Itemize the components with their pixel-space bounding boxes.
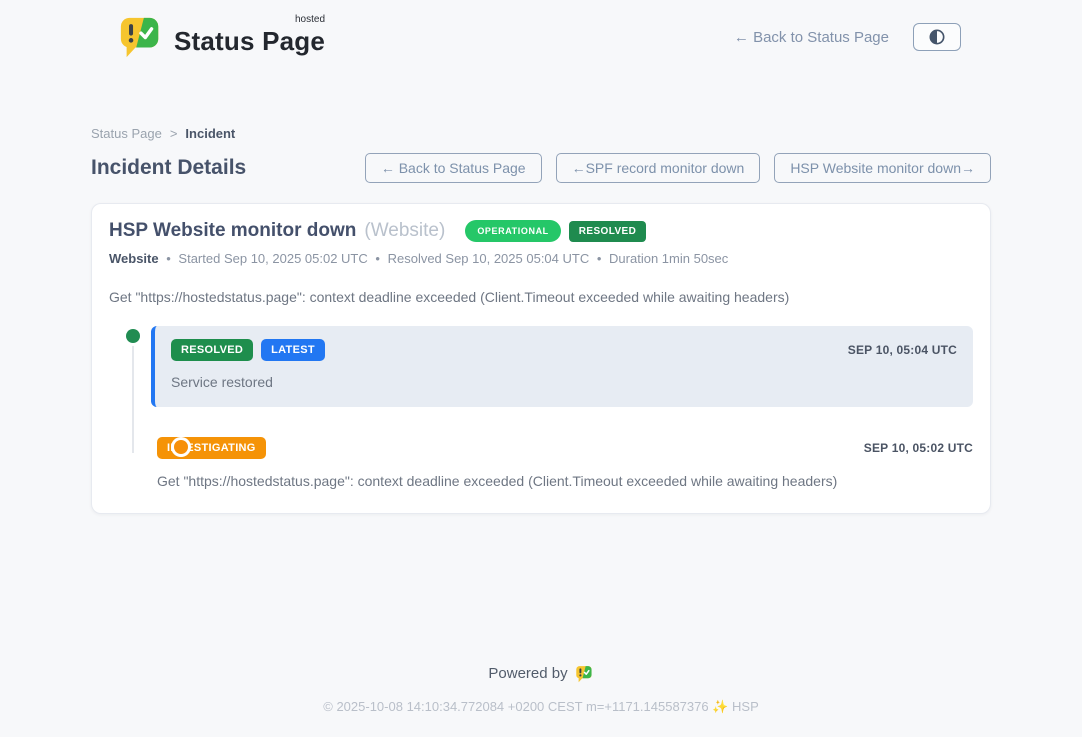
timeline-update-investigating: INVESTIGATING SEP 10, 05:02 UTC Get "htt… <box>157 437 973 489</box>
breadcrumb-status-page[interactable]: Status Page <box>91 126 162 141</box>
meta-separator: • <box>166 251 171 266</box>
meta-duration: Duration 1min 50sec <box>609 251 728 266</box>
header: hosted Status Page ← Back to Status Page <box>0 0 1082 60</box>
operational-status-badge: OPERATIONAL <box>465 220 560 242</box>
back-to-status-page-button[interactable]: ← Back to Status Page <box>365 153 542 183</box>
main-content: Status Page > Incident Incident Details … <box>91 126 991 514</box>
update-timestamp: SEP 10, 05:04 UTC <box>848 343 957 357</box>
timeline-update-resolved: RESOLVED LATEST SEP 10, 05:04 UTC Servic… <box>109 326 973 407</box>
brand-logo[interactable]: hosted Status Page <box>118 14 325 60</box>
latest-update-box: RESOLVED LATEST SEP 10, 05:04 UTC Servic… <box>151 326 973 407</box>
next-incident-button[interactable]: HSP Website monitor down→ <box>774 153 991 183</box>
back-to-status-page-link[interactable]: ← Back to Status Page <box>734 29 889 46</box>
incident-timeline: RESOLVED LATEST SEP 10, 05:04 UTC Servic… <box>109 326 973 489</box>
status-page-logo-icon <box>118 14 164 60</box>
incident-nav-buttons: ← Back to Status Page ←SPF record monito… <box>365 153 991 183</box>
title-row: Incident Details ← Back to Status Page ←… <box>91 153 991 183</box>
incident-title-row: HSP Website monitor down (Website) OPERA… <box>109 220 973 242</box>
update-badges: RESOLVED LATEST <box>171 339 325 361</box>
meta-component: Website <box>109 251 159 266</box>
brand-name: Status Page <box>174 26 325 56</box>
update-timestamp: SEP 10, 05:02 UTC <box>864 441 973 455</box>
prev-incident-button[interactable]: ←SPF record monitor down <box>556 153 761 183</box>
brand-superscript: hosted <box>295 14 325 25</box>
powered-by-label: Powered by <box>488 665 567 682</box>
update-message: Service restored <box>171 374 957 390</box>
meta-resolved: Resolved Sep 10, 2025 05:04 UTC <box>388 251 590 266</box>
update-resolved-badge: RESOLVED <box>171 339 253 361</box>
timeline-dot-investigating-icon <box>174 440 188 454</box>
timeline-dot-resolved-icon <box>126 329 140 343</box>
theme-toggle-button[interactable] <box>913 23 961 51</box>
meta-separator: • <box>597 251 602 266</box>
update-latest-badge: LATEST <box>261 339 325 361</box>
incident-meta: Website • Started Sep 10, 2025 05:02 UTC… <box>109 251 973 266</box>
header-right: ← Back to Status Page <box>734 23 961 51</box>
breadcrumb-separator: > <box>170 126 178 141</box>
incident-title: HSP Website monitor down <box>109 220 356 242</box>
footer: Powered by © 2025-10-08 14:10:34.772084 … <box>0 665 1082 737</box>
powered-by-link[interactable]: Powered by <box>488 665 593 683</box>
breadcrumb: Status Page > Incident <box>91 126 991 141</box>
incident-component: (Website) <box>364 220 445 242</box>
incident-card: HSP Website monitor down (Website) OPERA… <box>91 203 991 514</box>
update-message: Get "https://hostedstatus.page": context… <box>157 473 973 489</box>
page-title: Incident Details <box>91 156 246 180</box>
meta-separator: • <box>375 251 380 266</box>
status-page-mini-logo-icon <box>575 665 594 683</box>
contrast-icon <box>927 27 947 47</box>
brand-text: hosted Status Page <box>174 18 325 57</box>
update-head: INVESTIGATING SEP 10, 05:02 UTC <box>157 437 973 459</box>
resolved-state-badge: RESOLVED <box>569 221 646 242</box>
update-head: RESOLVED LATEST SEP 10, 05:04 UTC <box>171 339 957 361</box>
copyright-text: © 2025-10-08 14:10:34.772084 +0200 CEST … <box>0 699 1082 715</box>
meta-started: Started Sep 10, 2025 05:02 UTC <box>178 251 367 266</box>
incident-description: Get "https://hostedstatus.page": context… <box>109 289 973 305</box>
breadcrumb-incident: Incident <box>185 126 235 141</box>
